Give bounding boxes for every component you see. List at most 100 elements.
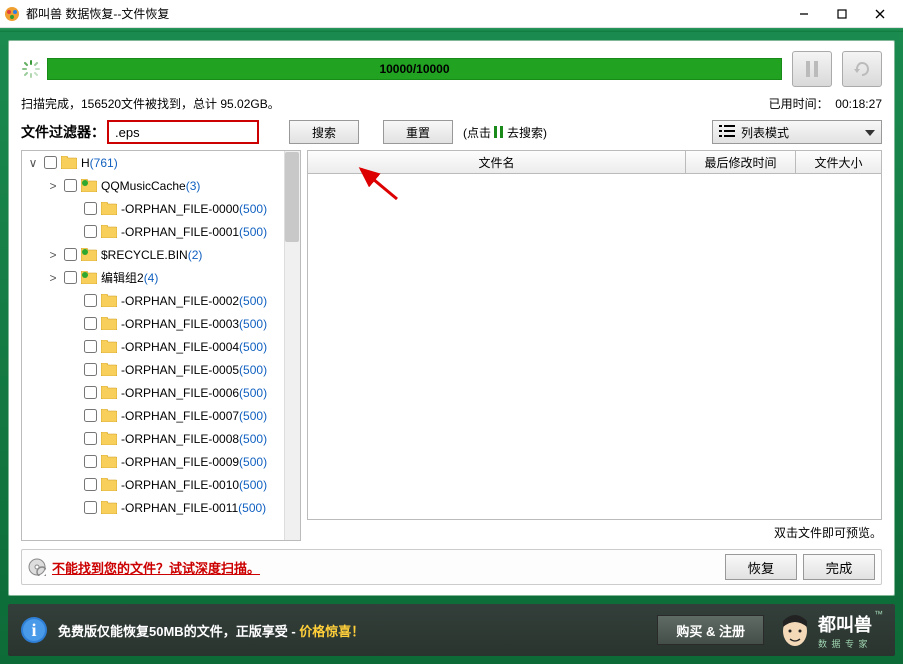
tree-item[interactable]: -ORPHAN_FILE-0007 (500) — [22, 404, 300, 427]
tree-checkbox[interactable] — [84, 501, 97, 514]
tree-checkbox[interactable] — [84, 478, 97, 491]
expand-toggle[interactable]: > — [46, 271, 60, 285]
scan-status-text: 扫描完成，156520文件被找到，总计 95.02GB。 — [21, 95, 280, 112]
tree-checkbox[interactable] — [84, 432, 97, 445]
pause-button[interactable] — [792, 51, 832, 87]
folder-icon — [101, 409, 117, 422]
col-modified-time[interactable]: 最后修改时间 — [686, 151, 796, 173]
bottom-actions: 不能找到您的文件？试试深度扫描。 恢复 完成 — [21, 549, 882, 585]
search-hint: (点击 去搜索) — [463, 124, 547, 141]
app-icon — [4, 6, 20, 22]
middle-split: ∨H (761)>QQMusicCache (3)-ORPHAN_FILE-00… — [21, 150, 882, 541]
status-row: 扫描完成，156520文件被找到，总计 95.02GB。 已用时间： 00:18… — [21, 95, 882, 112]
tree-checkbox[interactable] — [84, 386, 97, 399]
stop-button[interactable] — [842, 51, 882, 87]
folder-icon — [101, 501, 117, 514]
tree-checkbox[interactable] — [84, 294, 97, 307]
folder-tree[interactable]: ∨H (761)>QQMusicCache (3)-ORPHAN_FILE-00… — [21, 150, 301, 541]
tree-item-count: (500) — [239, 363, 267, 377]
tree-checkbox[interactable] — [84, 363, 97, 376]
tree-item[interactable]: -ORPHAN_FILE-0010 (500) — [22, 473, 300, 496]
tree-item[interactable]: -ORPHAN_FILE-0005 (500) — [22, 358, 300, 381]
search-button[interactable]: 搜索 — [289, 120, 359, 144]
folder-icon — [101, 294, 117, 307]
expand-toggle[interactable]: > — [46, 179, 60, 193]
col-filename[interactable]: 文件名 — [308, 151, 686, 173]
tree-item-label: 编辑组2 — [101, 269, 144, 286]
tree-item-label: -ORPHAN_FILE-0011 — [121, 501, 238, 515]
filter-row: 文件过滤器： 搜索 重置 (点击 去搜索) 列表模式 — [21, 120, 882, 144]
tree-item[interactable]: -ORPHAN_FILE-0003 (500) — [22, 312, 300, 335]
tree-item[interactable]: -ORPHAN_FILE-0008 (500) — [22, 427, 300, 450]
titlebar: 都叫兽 数据恢复--文件恢复 — [0, 0, 903, 28]
tree-checkbox[interactable] — [44, 156, 57, 169]
filter-input[interactable] — [107, 120, 259, 144]
deep-scan-link[interactable]: 不能找到您的文件？试试深度扫描。 — [28, 558, 260, 577]
tree-item[interactable]: -ORPHAN_FILE-0006 (500) — [22, 381, 300, 404]
maximize-button[interactable] — [823, 0, 861, 28]
view-mode-dropdown[interactable]: 列表模式 — [712, 120, 882, 144]
tree-item[interactable]: -ORPHAN_FILE-0009 (500) — [22, 450, 300, 473]
elapsed-time: 已用时间： 00:18:27 — [769, 95, 882, 112]
tree-item[interactable]: >QQMusicCache (3) — [22, 174, 300, 197]
progress-row: 10000/10000 — [21, 51, 882, 87]
tree-checkbox[interactable] — [84, 225, 97, 238]
tree-checkbox[interactable] — [64, 271, 77, 284]
tree-item-label: -ORPHAN_FILE-0000 — [121, 202, 239, 216]
col-filesize[interactable]: 文件大小 — [796, 151, 881, 173]
tree-item-count: (761) — [90, 156, 118, 170]
folder-icon — [101, 340, 117, 353]
tree-item[interactable]: -ORPHAN_FILE-0000 (500) — [22, 197, 300, 220]
tree-checkbox[interactable] — [64, 248, 77, 261]
footer-text: 免费版仅能恢复50MB的文件，正版享受 - 价格惊喜！ — [58, 621, 364, 640]
tree-item-count: (500) — [239, 294, 267, 308]
tree-checkbox[interactable] — [84, 340, 97, 353]
content-area: 10000/10000 扫描完成，156520文件被找到，总计 95.02GB。… — [0, 32, 903, 664]
spinner-icon — [21, 59, 41, 79]
info-icon: i — [20, 616, 48, 644]
tree-checkbox[interactable] — [84, 409, 97, 422]
scrollbar-thumb[interactable] — [285, 152, 299, 242]
folder-icon — [101, 363, 117, 376]
brand-logo: 都叫兽 数 据 专 家 ™ — [776, 609, 883, 651]
tree-item[interactable]: >$RECYCLE.BIN (2) — [22, 243, 300, 266]
tree-checkbox[interactable] — [84, 202, 97, 215]
tree-item-count: (500) — [239, 202, 267, 216]
tree-item[interactable]: -ORPHAN_FILE-0002 (500) — [22, 289, 300, 312]
folder-icon — [81, 271, 97, 284]
progress-text: 10000/10000 — [379, 62, 449, 76]
finish-button[interactable]: 完成 — [803, 554, 875, 580]
tree-item-label: QQMusicCache — [101, 179, 186, 193]
tree-item-count: (500) — [239, 386, 267, 400]
scrollbar[interactable] — [284, 151, 300, 540]
file-list-body[interactable] — [307, 174, 882, 520]
tree-checkbox[interactable] — [84, 317, 97, 330]
tree-item[interactable]: -ORPHAN_FILE-0004 (500) — [22, 335, 300, 358]
tree-item-label: -ORPHAN_FILE-0007 — [121, 409, 239, 423]
minimize-button[interactable] — [785, 0, 823, 28]
tree-checkbox[interactable] — [64, 179, 77, 192]
tree-item[interactable]: ∨ H (761) — [22, 151, 300, 174]
disk-icon — [28, 558, 46, 576]
recover-button[interactable]: 恢复 — [725, 554, 797, 580]
folder-icon — [101, 455, 117, 468]
window-title: 都叫兽 数据恢复--文件恢复 — [26, 5, 785, 22]
tree-item[interactable]: -ORPHAN_FILE-0011 (500) — [22, 496, 300, 519]
expand-toggle[interactable]: > — [46, 248, 60, 262]
reset-button[interactable]: 重置 — [383, 120, 453, 144]
tree-item-label: -ORPHAN_FILE-0002 — [121, 294, 239, 308]
folder-icon — [101, 317, 117, 330]
expand-toggle[interactable]: ∨ — [26, 156, 40, 170]
folder-icon — [101, 225, 117, 238]
buy-register-button[interactable]: 购买 & 注册 — [657, 615, 764, 645]
main-panel: 10000/10000 扫描完成，156520文件被找到，总计 95.02GB。… — [8, 40, 895, 596]
tree-item-label: -ORPHAN_FILE-0009 — [121, 455, 239, 469]
tree-item[interactable]: -ORPHAN_FILE-0001 (500) — [22, 220, 300, 243]
tree-item-count: (500) — [238, 501, 266, 515]
tree-item-label: H — [81, 156, 90, 170]
close-button[interactable] — [861, 0, 899, 28]
tree-item[interactable]: >编辑组2 (4) — [22, 266, 300, 289]
tree-item-count: (500) — [239, 409, 267, 423]
svg-text:i: i — [31, 620, 36, 640]
tree-checkbox[interactable] — [84, 455, 97, 468]
